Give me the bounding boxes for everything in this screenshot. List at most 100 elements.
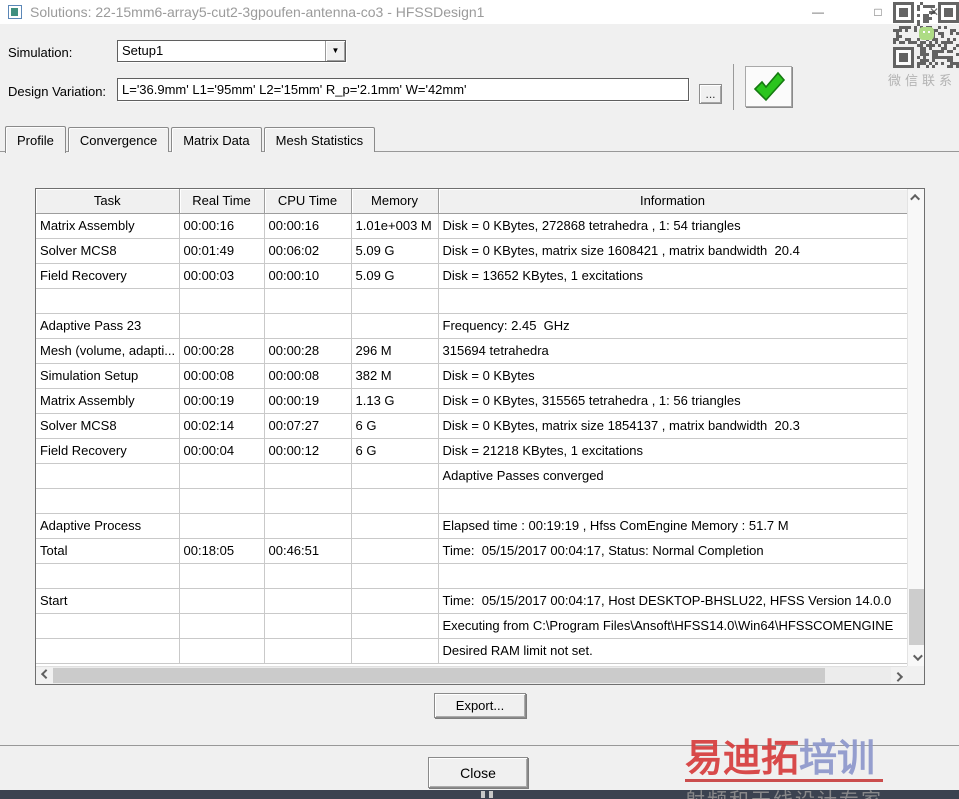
table-cell: 6 G [351, 438, 439, 464]
table-cell: 00:00:19 [179, 388, 265, 414]
browse-button[interactable]: ... [699, 84, 722, 104]
table-cell: Mesh (volume, adapti... [36, 338, 180, 364]
table-row[interactable]: Start Time: 05/15/2017 00:04:17, Host DES… [36, 588, 908, 614]
table-cell [36, 288, 180, 314]
table-cell [36, 638, 180, 664]
table-row[interactable] [36, 488, 908, 514]
table-row[interactable]: Adaptive Process Elapsed time : 00:19:19 … [36, 513, 908, 539]
table-cell: Disk = 13652 KBytes, 1 excitations [438, 263, 908, 289]
horizontal-scroll-thumb[interactable] [53, 668, 825, 683]
table-cell: Desired RAM limit not set. [438, 638, 908, 664]
scroll-right-icon[interactable] [891, 667, 908, 684]
table-cell [351, 463, 439, 489]
horizontal-scrollbar[interactable] [36, 666, 908, 684]
column-header-real-time[interactable]: Real Time [179, 189, 265, 214]
table-cell [351, 313, 439, 339]
close-button[interactable]: Close [428, 757, 528, 788]
table-cell [36, 463, 180, 489]
tab-profile[interactable]: Profile [5, 126, 66, 153]
table-cell [264, 613, 352, 639]
table-row[interactable]: Matrix Assembly 00:00:16 00:00:16 1.01e+003… [36, 213, 908, 239]
table-row[interactable]: Desired RAM limit not set. [36, 638, 908, 664]
table-cell: Elapsed time : 00:19:19 , Hfss ComEngine… [438, 513, 908, 539]
table-row[interactable]: Adaptive Pass 23 Frequency: 2.45 GHz [36, 313, 908, 339]
table-cell: 00:00:12 [264, 438, 352, 464]
table-row[interactable] [36, 288, 908, 314]
minimize-button[interactable]: — [796, 0, 840, 24]
table-cell: Matrix Assembly [36, 388, 180, 414]
table-cell: Time: 05/15/2017 00:04:17, Host DESKTOP-… [438, 588, 908, 614]
table-row[interactable]: Simulation Setup 00:00:08 00:00:08 382 M Dis… [36, 363, 908, 389]
table-cell: 1.01e+003 M [351, 213, 439, 239]
table-cell: Disk = 0 KBytes, 315565 tetrahedra , 1: … [438, 388, 908, 414]
table-row[interactable]: Mesh (volume, adapti... 00:00:28 00:00:28 2… [36, 338, 908, 364]
chevron-down-icon[interactable]: ▼ [325, 41, 345, 61]
table-row[interactable]: Matrix Assembly 00:00:19 00:00:19 1.13 G Dis… [36, 388, 908, 414]
simulation-select[interactable]: Setup1 ▼ [117, 40, 346, 62]
table-cell: 00:00:28 [264, 338, 352, 364]
title-bar[interactable]: Solutions: 22-15mm6-array5-cut2-3gpoufen… [0, 0, 959, 24]
table-cell: Disk = 21218 KBytes, 1 excitations [438, 438, 908, 464]
table-cell [179, 313, 265, 339]
table-cell [179, 563, 265, 589]
table-cell [36, 613, 180, 639]
table-row[interactable]: Total 00:18:05 00:46:51 Time: 05/15/2017 00… [36, 538, 908, 564]
table-cell: Field Recovery [36, 263, 180, 289]
vertical-scrollbar[interactable] [907, 189, 924, 666]
table-cell [36, 488, 180, 514]
tab-convergence[interactable]: Convergence [67, 127, 170, 152]
column-header-information[interactable]: Information [438, 189, 908, 214]
table-cell [179, 613, 265, 639]
table-row[interactable]: Field Recovery 00:00:03 00:00:10 5.09 G Disk… [36, 263, 908, 289]
table-header-row: Task Real Time CPU Time Memory Informati… [36, 189, 908, 214]
column-header-memory[interactable]: Memory [351, 189, 439, 214]
scroll-left-icon[interactable] [36, 667, 53, 684]
table-row[interactable]: Adaptive Passes converged [36, 463, 908, 489]
table-cell: 00:00:28 [179, 338, 265, 364]
table-cell [36, 563, 180, 589]
table-cell: Adaptive Process [36, 513, 180, 539]
simulation-value: Setup1 [122, 43, 164, 58]
table-cell: 00:00:10 [264, 263, 352, 289]
tab-strip: Profile Convergence Matrix Data Mesh Sta… [5, 126, 377, 153]
column-header-task[interactable]: Task [36, 189, 180, 214]
table-cell: Adaptive Passes converged [438, 463, 908, 489]
design-variation-input[interactable]: L='36.9mm' L1='95mm' L2='15mm' R_p='2.1m… [117, 78, 689, 101]
table-cell [179, 488, 265, 514]
table-cell: 00:18:05 [179, 538, 265, 564]
apply-check-button[interactable] [745, 66, 792, 107]
tab-mesh-statistics[interactable]: Mesh Statistics [263, 127, 376, 152]
table-cell [179, 463, 265, 489]
table-cell [179, 288, 265, 314]
table-cell: Adaptive Pass 23 [36, 313, 180, 339]
table-cell: 00:02:14 [179, 413, 265, 439]
table-row[interactable]: Field Recovery 00:00:04 00:00:12 6 G Disk = … [36, 438, 908, 464]
table-cell: Disk = 0 KBytes [438, 363, 908, 389]
wechat-caption: 微信联系 [887, 73, 956, 88]
brand-subtitle: 射频和天线设计专家 [685, 784, 883, 799]
column-header-cpu-time[interactable]: CPU Time [264, 189, 352, 214]
vertical-scroll-thumb[interactable] [909, 589, 924, 645]
table-cell: Simulation Setup [36, 363, 180, 389]
table-cell: Solver MCS8 [36, 413, 180, 439]
table-cell: Disk = 0 KBytes, matrix size 1608421 , m… [438, 238, 908, 264]
table-row[interactable]: Solver MCS8 00:01:49 00:06:02 5.09 G Disk = … [36, 238, 908, 264]
profile-table: Task Real Time CPU Time Memory Informati… [36, 189, 908, 664]
export-button[interactable]: Export... [434, 693, 526, 718]
table-cell [351, 563, 439, 589]
check-icon [753, 71, 785, 101]
table-row[interactable]: Solver MCS8 00:02:14 00:07:27 6 G Disk = 0 K… [36, 413, 908, 439]
scrollbar-corner [907, 666, 924, 684]
scroll-down-icon[interactable] [908, 649, 924, 666]
table-cell [351, 488, 439, 514]
table-cell [179, 588, 265, 614]
table-row[interactable] [36, 563, 908, 589]
table-cell [438, 563, 908, 589]
table-cell [264, 588, 352, 614]
table-cell: Total [36, 538, 180, 564]
scroll-up-icon[interactable] [908, 189, 924, 206]
table-cell: Time: 05/15/2017 00:04:17, Status: Norma… [438, 538, 908, 564]
table-row[interactable]: Executing from C:\Program Files\Ansoft\H… [36, 613, 908, 639]
tab-matrix-data[interactable]: Matrix Data [171, 127, 262, 152]
table-cell: 00:00:16 [179, 213, 265, 239]
